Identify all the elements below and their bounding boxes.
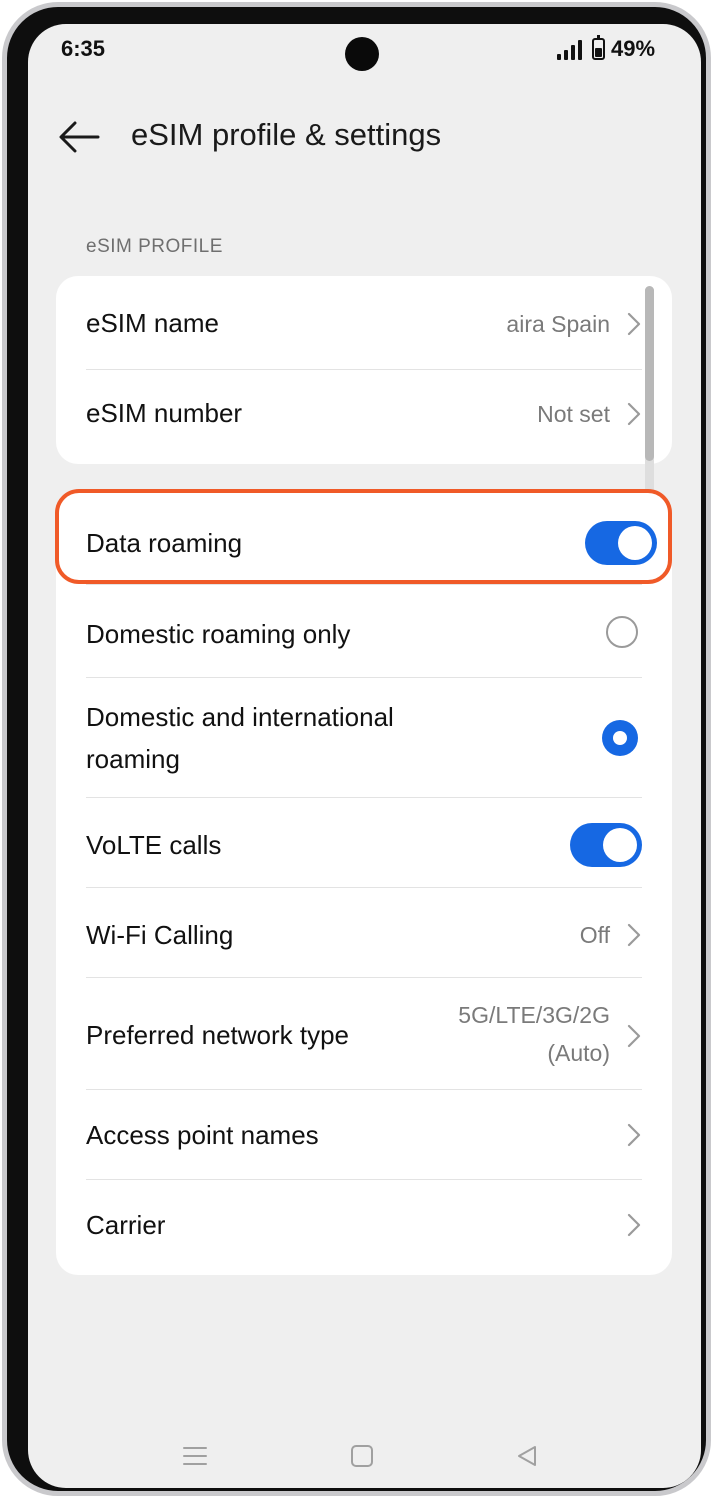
- domestic-roaming-only-row[interactable]: Domestic roaming only: [86, 585, 642, 678]
- domestic-international-roaming-row[interactable]: Domestic and international roaming: [86, 678, 642, 798]
- volte-calls-toggle[interactable]: [570, 823, 642, 867]
- battery-percent: 49%: [611, 36, 656, 61]
- chevron-right-icon: [627, 1213, 641, 1237]
- chevron-right-icon: [627, 402, 641, 426]
- preferred-network-type-value-line2: (Auto): [547, 1040, 610, 1066]
- preferred-network-type-row[interactable]: Preferred network type 5G/LTE/3G/2G (Aut…: [86, 978, 642, 1090]
- device-frame: 6:35 49% eSIM profile & settings eSIM PR…: [2, 2, 711, 1496]
- domestic-roaming-only-radio[interactable]: [606, 616, 638, 648]
- chevron-right-icon: [627, 1123, 641, 1147]
- volte-calls-label: VoLTE calls: [86, 830, 222, 860]
- esim-name-row[interactable]: eSIM name aira Spain: [86, 276, 642, 370]
- esim-number-row[interactable]: eSIM number Not set: [86, 370, 642, 464]
- roaming-settings-card: Data roaming Domestic roaming only Domes…: [56, 492, 672, 1275]
- battery-icon: [592, 35, 605, 60]
- wifi-calling-label: Wi-Fi Calling: [86, 920, 234, 950]
- chevron-right-icon: [627, 1024, 641, 1048]
- preferred-network-type-value-line1: 5G/LTE/3G/2G: [458, 1002, 610, 1028]
- wifi-calling-row[interactable]: Wi-Fi Calling Off: [86, 888, 642, 978]
- scrollbar-thumb[interactable]: [645, 286, 654, 461]
- section-heading-esim-profile: eSIM PROFILE: [86, 236, 223, 257]
- wifi-calling-value: Off: [579, 922, 610, 948]
- menu-icon[interactable]: [182, 1444, 208, 1468]
- status-bar: 6:35 49%: [28, 24, 701, 84]
- esim-name-label: eSIM name: [86, 308, 219, 338]
- chevron-right-icon: [627, 312, 641, 336]
- domestic-roaming-only-label: Domestic roaming only: [86, 619, 351, 649]
- triangle-back-icon[interactable]: [515, 1444, 539, 1468]
- data-roaming-highlight: [55, 489, 672, 584]
- screen: 6:35 49% eSIM profile & settings eSIM PR…: [28, 24, 701, 1488]
- domestic-international-label-line1: Domestic and international: [86, 702, 394, 732]
- home-square-icon[interactable]: [350, 1444, 374, 1468]
- arrow-left-icon: [59, 121, 100, 153]
- volte-calls-row[interactable]: VoLTE calls: [86, 798, 642, 888]
- esim-number-value: Not set: [537, 401, 610, 427]
- status-time: 6:35: [61, 36, 106, 61]
- camera-cutout: [345, 37, 379, 71]
- carrier-row[interactable]: Carrier: [86, 1180, 642, 1275]
- domestic-international-label-line2: roaming: [86, 744, 180, 774]
- access-point-names-row[interactable]: Access point names: [86, 1090, 642, 1180]
- access-point-names-label: Access point names: [86, 1120, 319, 1150]
- esim-number-label: eSIM number: [86, 398, 243, 428]
- page-title: eSIM profile & settings: [131, 117, 442, 152]
- esim-profile-card: eSIM name aira Spain eSIM number Not set: [56, 276, 672, 464]
- preferred-network-type-label: Preferred network type: [86, 1020, 350, 1050]
- esim-name-value: aira Spain: [506, 311, 610, 337]
- signal-icon: [557, 40, 583, 60]
- chevron-right-icon: [627, 923, 641, 947]
- back-button[interactable]: [58, 120, 100, 154]
- carrier-label: Carrier: [86, 1210, 166, 1240]
- domestic-international-radio[interactable]: [602, 720, 638, 756]
